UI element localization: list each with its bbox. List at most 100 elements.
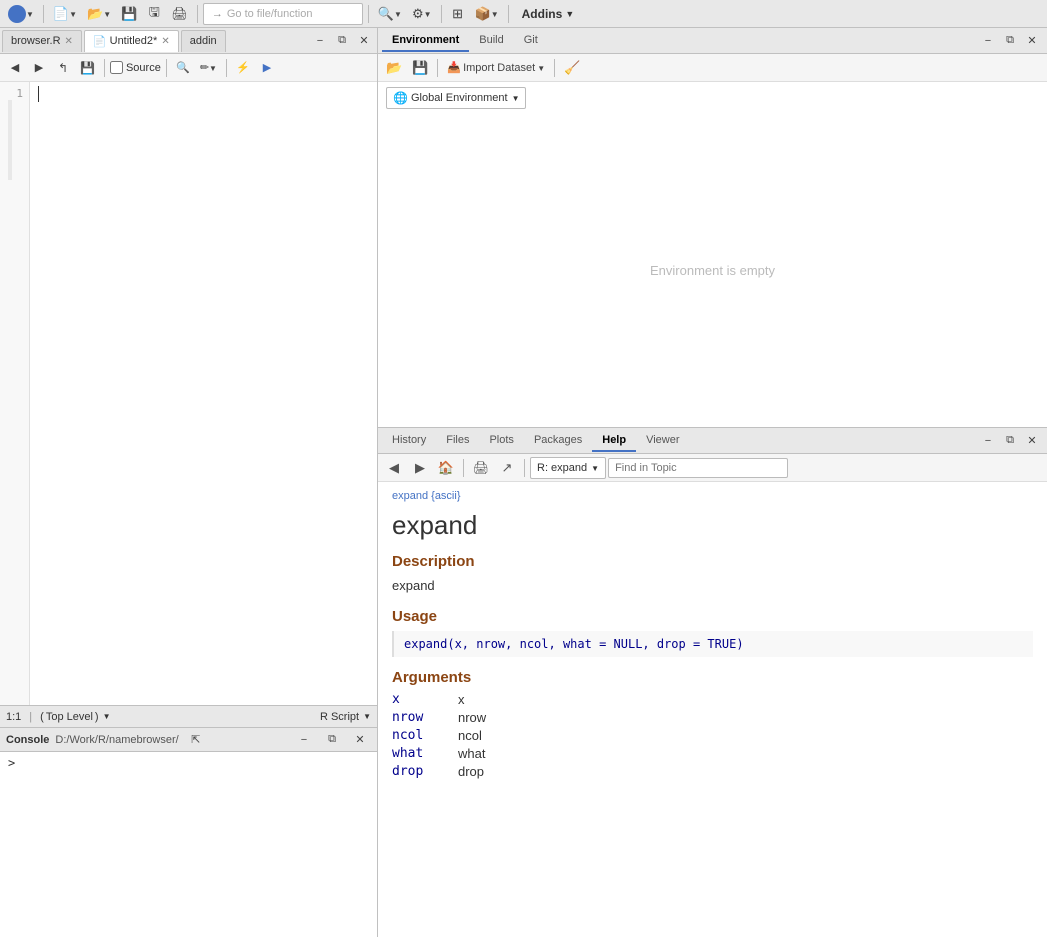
tab-browser-r[interactable]: browser.R ✕ (2, 30, 82, 52)
tab-files[interactable]: Files (436, 430, 479, 452)
expand-icon: ⧉ (328, 733, 336, 746)
console-header: Console D:/Work/R/namebrowser/ ⇱ − ⧉ ✕ (0, 728, 377, 752)
new-file-icon: 📄 (53, 6, 69, 22)
redo-btn[interactable]: ▶ (28, 57, 50, 79)
rstudio-logo-btn[interactable] (4, 3, 38, 25)
code-level-dropdown[interactable]: ( Top Level ) ▼ (40, 711, 110, 723)
tab-browser-r-close[interactable]: ✕ (65, 36, 73, 47)
position-text: 1:1 (6, 711, 21, 723)
help-tabs-bar: History Files Plots Packages Help Viewer (378, 428, 1047, 454)
console-path: D:/Work/R/namebrowser/ (55, 734, 178, 746)
navigate-back-btn[interactable]: ↰ (52, 57, 74, 79)
tab-windows-btn[interactable]: ⧉ (331, 30, 353, 52)
help-close-btn[interactable]: ✕ (1021, 430, 1043, 452)
env-expand-btn[interactable]: ⧉ (999, 30, 1021, 52)
tab-untitled2[interactable]: 📄 Untitled2* ✕ (84, 30, 179, 52)
tab-viewer[interactable]: Viewer (636, 430, 689, 452)
env-minimize-btn[interactable]: − (977, 30, 999, 52)
line-numbers: 1 (0, 82, 30, 705)
tab-packages[interactable]: Packages (524, 430, 592, 452)
tab-addin[interactable]: addin (181, 30, 226, 52)
save-workspace-icon: 💾 (412, 60, 428, 76)
env-expand-icon: ⧉ (1006, 34, 1014, 47)
env-close-btn[interactable]: ✕ (1021, 30, 1043, 52)
editor-cursor (38, 86, 369, 102)
console-area[interactable]: > (0, 752, 377, 937)
console-expand-btn[interactable]: ⧉ (321, 729, 343, 751)
help-print-icon: 🖨 (473, 460, 490, 476)
r-expand-dropdown[interactable]: R: expand (530, 457, 606, 479)
console-prompt-line: > (8, 756, 369, 770)
arg-name-nrow: nrow (392, 710, 442, 725)
import-dataset-btn[interactable]: 📥 Import Dataset (443, 57, 549, 79)
tab-environment[interactable]: Environment (382, 30, 469, 52)
help-forward-btn[interactable]: ▶ (408, 457, 432, 479)
addins-btn[interactable]: Addins ▼ (514, 3, 583, 25)
grid-btn[interactable]: ⊞ (447, 3, 469, 25)
script-type-dropdown[interactable]: R Script ▼ (320, 711, 371, 723)
tab-close-btn[interactable]: ✕ (353, 30, 375, 52)
help-breadcrumb-link[interactable]: expand {ascii} (392, 490, 461, 502)
help-back-icon: ◀ (389, 460, 399, 476)
editor-area: 1 (0, 82, 377, 705)
find-btn[interactable]: 🔍 (172, 57, 194, 79)
tab-git-label: Git (524, 34, 538, 46)
tab-minus-btn[interactable]: − (309, 30, 331, 52)
help-export-btn[interactable]: ↗ (495, 457, 519, 479)
console-minimize-btn[interactable]: − (293, 729, 315, 751)
broom-icon: 🧹 (564, 60, 580, 76)
console-close-btn[interactable]: ✕ (349, 729, 371, 751)
print-btn[interactable]: 🖨 (167, 3, 192, 25)
run-btn[interactable]: ▶ (256, 57, 278, 79)
tab-history[interactable]: History (382, 430, 436, 452)
main-layout: browser.R ✕ 📄 Untitled2* ✕ addin − ⧉ ✕ (0, 28, 1047, 937)
run-icon: ▶ (263, 61, 271, 74)
save-file-btn[interactable]: 💾 (76, 57, 99, 79)
find-replace-btn[interactable]: 🔍 (374, 3, 406, 25)
load-workspace-btn[interactable]: 📂 (382, 57, 406, 79)
tab-addin-label: addin (190, 35, 217, 47)
arg-name-x: x (392, 692, 442, 707)
find-in-topic-input[interactable] (608, 458, 788, 478)
source-checkbox-label[interactable]: Source (110, 61, 161, 74)
env-tabs-bar: Environment Build Git − ⧉ ✕ (378, 28, 1047, 54)
tab-help[interactable]: Help (592, 430, 636, 452)
help-back-btn[interactable]: ◀ (382, 457, 406, 479)
arg-desc-nrow: nrow (458, 710, 486, 725)
code-edit-btn[interactable]: ✏ (196, 57, 221, 79)
save-btn[interactable]: 💾 (117, 3, 141, 25)
clear-console-btn[interactable]: 🧹 (560, 57, 584, 79)
tab-x-icon: ✕ (359, 34, 368, 47)
arguments-heading: Arguments (392, 669, 1033, 686)
help-minimize-btn[interactable]: − (977, 430, 999, 452)
compile-btn[interactable]: ⚡ (232, 57, 254, 79)
help-expand-btn[interactable]: ⧉ (999, 430, 1021, 452)
tab-untitled2-close[interactable]: ✕ (161, 36, 169, 47)
code-level-text: ( (40, 711, 44, 723)
tab-git[interactable]: Git (514, 30, 548, 52)
right-top-panel: Environment Build Git − ⧉ ✕ (378, 28, 1047, 428)
cursor-position: 1:1 (6, 711, 21, 723)
console-browse-btn[interactable]: ⇱ (185, 729, 207, 751)
undo-btn[interactable]: ◀ (4, 57, 26, 79)
save-all-btn[interactable]: 🖫 (143, 3, 165, 25)
global-env-dropdown[interactable]: 🌐 Global Environment (386, 87, 526, 109)
code-tools-btn[interactable]: ⚙ (408, 3, 436, 25)
tab-build[interactable]: Build (469, 30, 513, 52)
code-tools-icon: ⚙ (412, 6, 424, 22)
help-print-btn[interactable]: 🖨 (469, 457, 493, 479)
tab-plots[interactable]: Plots (479, 430, 523, 452)
save-workspace-btn[interactable]: 💾 (408, 57, 432, 79)
packages-btn[interactable]: 📦 (471, 3, 503, 25)
windows-icon: ⧉ (338, 34, 346, 47)
help-home-btn[interactable]: 🏠 (434, 457, 458, 479)
help-sep1 (463, 459, 464, 477)
find-chevron-icon (394, 8, 402, 20)
goto-file-input[interactable]: → Go to file/function (203, 3, 363, 25)
addins-label: Addins (522, 7, 563, 21)
new-file-btn[interactable]: 📄 (49, 3, 81, 25)
source-checkbox[interactable] (110, 61, 123, 74)
args-table: x x nrow nrow ncol ncol what (392, 692, 1033, 779)
code-editor[interactable] (30, 82, 377, 705)
open-file-btn[interactable]: 📂 (83, 3, 115, 25)
